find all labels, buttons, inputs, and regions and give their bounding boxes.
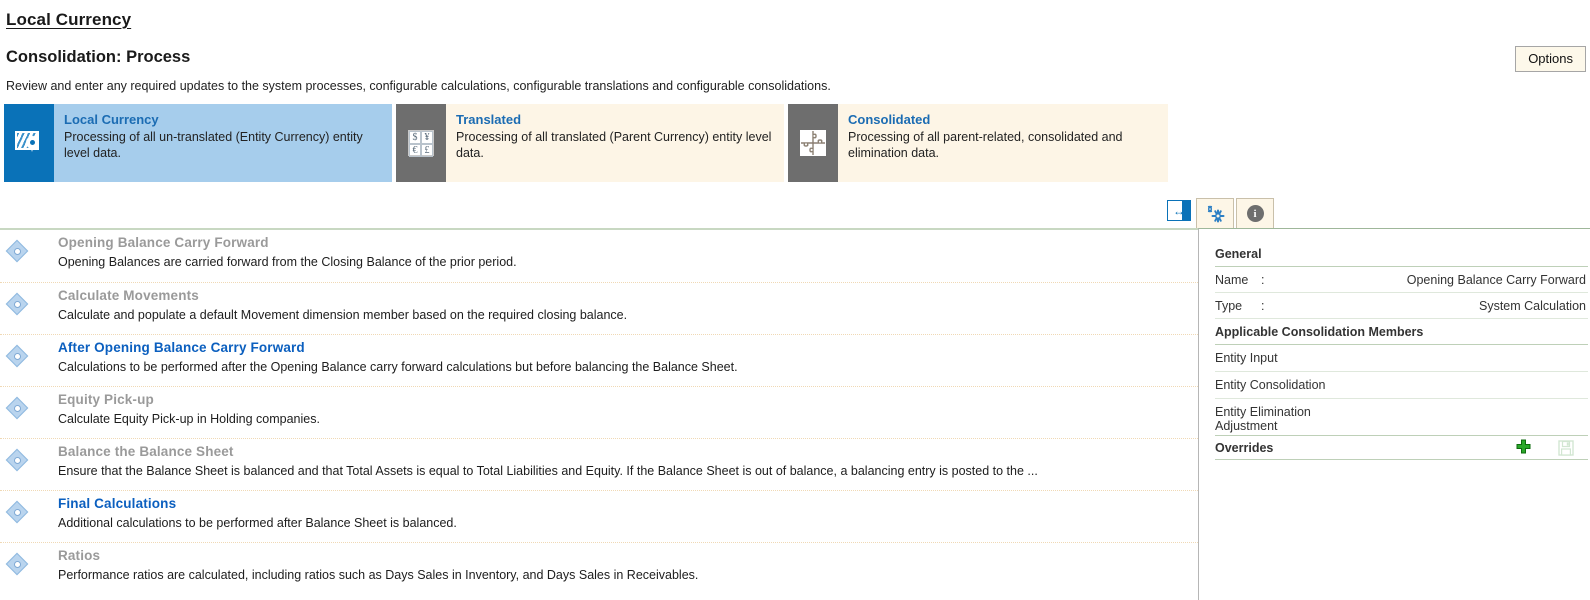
list-item-desc: Calculate and populate a default Movemen… — [58, 308, 628, 322]
list-item-title[interactable]: After Opening Balance Carry Forward — [58, 340, 305, 355]
page-title: Consolidation: Process — [6, 48, 191, 66]
map-pin-icon — [4, 104, 54, 182]
list-item-title: Ratios — [58, 548, 101, 563]
list-item[interactable]: After Opening Balance Carry Forward Calc… — [0, 334, 1198, 386]
consolidation-process-page: Local Currency Consolidation: Process Re… — [0, 0, 1590, 600]
list-item-title: Calculate Movements — [58, 288, 199, 303]
process-card-local-currency[interactable]: Local Currency Processing of all un-tran… — [4, 104, 392, 182]
general-section-heading: General — [1215, 247, 1588, 267]
member-item: Entity Elimination Adjustment — [1215, 404, 1311, 434]
process-step-icon — [5, 500, 29, 524]
tab-info[interactable]: i — [1236, 198, 1274, 228]
gear-icon — [1207, 205, 1225, 222]
breadcrumb[interactable]: Local Currency — [6, 10, 131, 30]
process-card-group: Local Currency Processing of all un-tran… — [4, 104, 1168, 182]
field-colon: : — [1261, 273, 1265, 287]
list-item-title: Equity Pick-up — [58, 392, 154, 407]
tab-properties[interactable] — [1196, 198, 1234, 228]
field-colon: : — [1261, 299, 1265, 313]
list-item-desc: Performance ratios are calculated, inclu… — [58, 568, 699, 582]
list-item-desc: Ensure that the Balance Sheet is balance… — [58, 464, 1038, 478]
process-step-icon — [5, 344, 29, 368]
process-step-icon — [5, 239, 29, 263]
panel-tab-strip: i — [1196, 198, 1276, 228]
overrides-label: Overrides — [1215, 440, 1274, 455]
list-item[interactable]: Calculate Movements Calculate and popula… — [0, 282, 1198, 334]
properties-panel: General Name : Opening Balance Carry For… — [1198, 228, 1590, 600]
list-item[interactable]: Ratios Performance ratios are calculated… — [0, 542, 1198, 594]
list-item-desc: Calculate Equity Pick-up in Holding comp… — [58, 412, 320, 426]
page-description: Review and enter any required updates to… — [6, 79, 831, 93]
puzzle-piece-icon — [788, 104, 838, 182]
field-type: Type : System Calculation — [1215, 293, 1588, 319]
list-item-title: Balance the Balance Sheet — [58, 444, 234, 459]
process-card-translated[interactable]: $ ¥ € £ Translated Processing of all transl… — [396, 104, 784, 182]
list-item[interactable]: Opening Balance Carry Forward Opening Ba… — [0, 230, 1198, 282]
process-card-title: Translated — [456, 112, 522, 127]
expand-panel-icon[interactable]: ↔ — [1167, 200, 1191, 221]
list-item-desc: Calculations to be performed after the O… — [58, 360, 738, 374]
member-item: Entity Consolidation — [1215, 372, 1588, 399]
members-section-heading: Applicable Consolidation Members — [1215, 325, 1588, 345]
process-card-desc: Processing of all parent-related, consol… — [848, 130, 1123, 161]
process-card-title: Local Currency — [64, 112, 159, 127]
options-button[interactable]: Options — [1515, 46, 1586, 72]
field-name: Name : Opening Balance Carry Forward — [1215, 267, 1588, 293]
process-card-consolidated[interactable]: Consolidated Processing of all parent-re… — [788, 104, 1168, 182]
save-icon[interactable] — [1558, 439, 1574, 456]
process-step-icon — [5, 448, 29, 472]
list-item-title[interactable]: Final Calculations — [58, 496, 176, 511]
overrides-section: Overrides — [1215, 435, 1588, 460]
list-item[interactable]: Final Calculations Additional calculatio… — [0, 490, 1198, 542]
field-label: Name — [1215, 273, 1249, 287]
info-icon: i — [1246, 205, 1264, 222]
plus-icon[interactable] — [1515, 439, 1532, 456]
member-item: Entity Input — [1215, 345, 1588, 372]
list-item-desc: Opening Balances are carried forward fro… — [58, 255, 517, 269]
list-item-desc: Additional calculations to be performed … — [58, 516, 457, 530]
process-step-icon — [5, 396, 29, 420]
process-list: Opening Balance Carry Forward Opening Ba… — [0, 228, 1198, 600]
field-label: Type — [1215, 299, 1243, 313]
process-step-icon — [5, 292, 29, 316]
list-item[interactable]: Balance the Balance Sheet Ensure that th… — [0, 438, 1198, 490]
field-value: Opening Balance Carry Forward — [1406, 273, 1586, 287]
process-card-desc: Processing of all translated (Parent Cur… — [456, 130, 772, 161]
list-item-title: Opening Balance Carry Forward — [58, 235, 269, 250]
process-card-desc: Processing of all un-translated (Entity … — [64, 130, 363, 161]
process-step-icon — [5, 552, 29, 576]
currency-grid-icon: $ ¥ € £ — [396, 104, 446, 182]
process-card-title: Consolidated — [848, 112, 931, 127]
field-value: System Calculation — [1479, 299, 1586, 313]
list-item[interactable]: Equity Pick-up Calculate Equity Pick-up … — [0, 386, 1198, 438]
